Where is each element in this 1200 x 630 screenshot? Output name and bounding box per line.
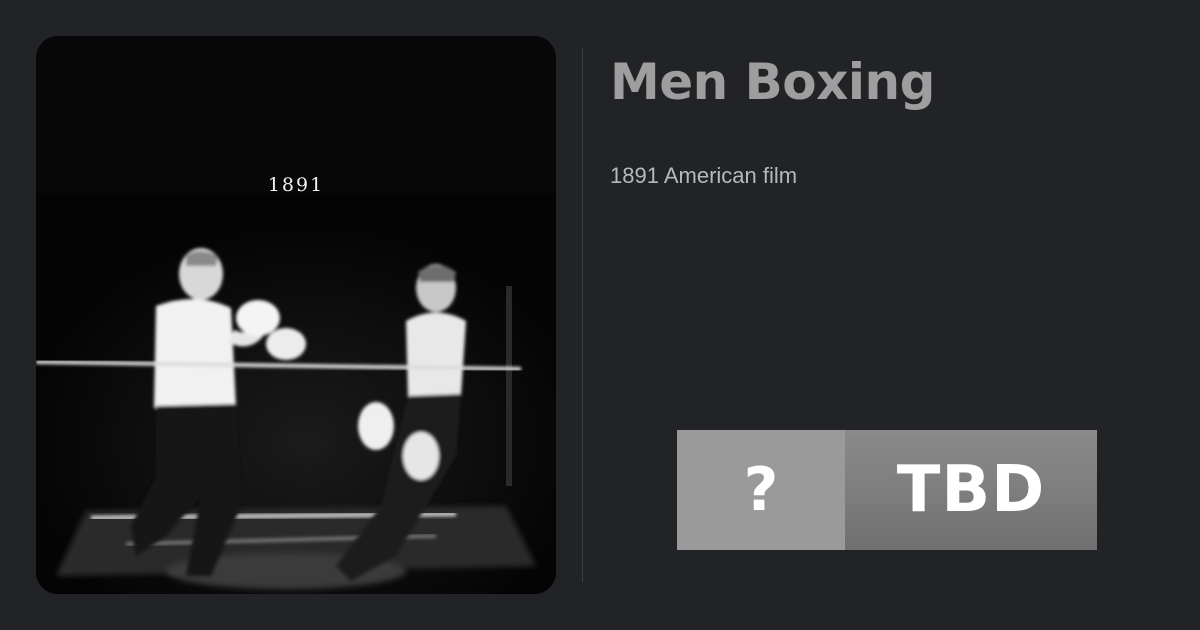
film-card: 1891 Men Boxing 1891 American film ? TBD — [0, 0, 1200, 630]
film-poster: 1891 — [36, 36, 556, 594]
vertical-divider — [582, 48, 583, 582]
rating-label: TBD — [845, 430, 1097, 550]
film-title: Men Boxing — [610, 53, 935, 111]
film-description: 1891 American film — [610, 163, 798, 188]
question-mark-icon: ? — [677, 430, 845, 550]
boxing-still-image — [36, 36, 556, 594]
rating-badge: ? TBD — [677, 430, 1097, 550]
poster-year-caption: 1891 — [267, 174, 325, 196]
